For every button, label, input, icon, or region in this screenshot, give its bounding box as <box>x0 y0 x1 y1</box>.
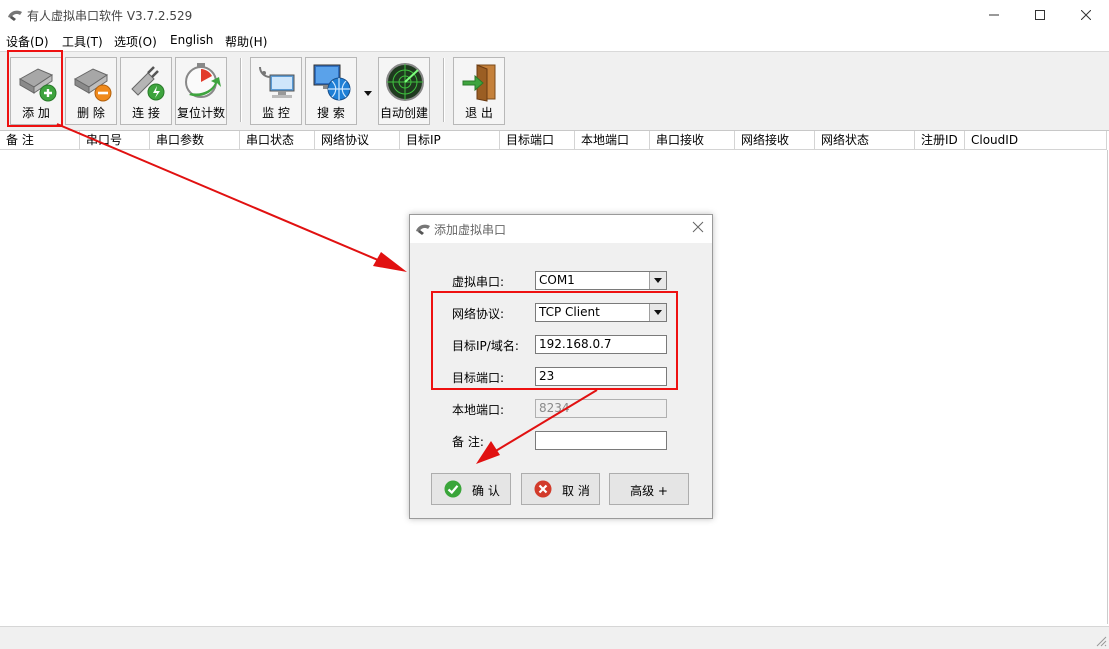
add-virtual-port-dialog: 添加虚拟串口 虚拟串口: COM1 网络协议: TCP Client 目标IP/… <box>409 214 713 519</box>
toolbar-separator <box>240 58 242 122</box>
delete-button[interactable]: 删 除 <box>65 57 117 125</box>
remark-input[interactable] <box>535 431 667 450</box>
virtual-port-label: 虚拟串口: <box>452 275 505 289</box>
minimize-icon <box>989 14 999 16</box>
protocol-select[interactable]: TCP Client <box>535 303 667 322</box>
column-header-target-ip[interactable]: 目标IP <box>400 131 500 149</box>
auto-create-button[interactable]: 自动创建 <box>378 57 430 125</box>
connect-plug-icon <box>131 66 165 101</box>
column-header-cloud-id[interactable]: CloudID <box>965 131 1107 149</box>
reset-counter-button-label: 复位计数 <box>176 106 225 120</box>
add-button[interactable]: 添 加 <box>10 57 62 125</box>
local-port-input: 8234 <box>535 399 667 418</box>
add-port-icon <box>18 68 57 102</box>
toolbar-separator <box>443 58 445 122</box>
cancel-button[interactable]: 取 消 <box>521 473 600 505</box>
menu-english[interactable]: English <box>170 33 213 47</box>
monitor-button-label: 监 控 <box>262 106 290 120</box>
protocol-label: 网络协议: <box>452 307 505 321</box>
column-header-net-status[interactable]: 网络状态 <box>815 131 915 149</box>
add-button-label: 添 加 <box>22 106 50 120</box>
close-icon <box>1081 10 1091 20</box>
radar-icon <box>386 63 424 101</box>
check-icon <box>444 480 462 498</box>
column-header-target-port[interactable]: 目标端口 <box>500 131 575 149</box>
close-button[interactable] <box>1063 0 1109 30</box>
close-icon[interactable] <box>692 221 704 233</box>
virtual-port-dropdown[interactable] <box>649 272 666 289</box>
chevron-down-icon <box>654 310 662 315</box>
column-header-reg-id[interactable]: 注册ID <box>915 131 965 149</box>
connect-button-label: 连 接 <box>132 106 160 120</box>
app-logo-icon <box>416 224 430 235</box>
menu-bar: 设备(D) 工具(T) 选项(O) English 帮助(H) <box>0 30 1109 50</box>
menu-options[interactable]: 选项(O) <box>114 33 157 50</box>
target-ip-label: 目标IP/域名: <box>452 339 519 353</box>
menu-tools[interactable]: 工具(T) <box>62 33 103 50</box>
menu-help[interactable]: 帮助(H) <box>225 33 267 50</box>
protocol-dropdown[interactable] <box>649 304 666 321</box>
target-ip-input[interactable]: 192.168.0.7 <box>535 335 667 354</box>
column-header-protocol[interactable]: 网络协议 <box>315 131 400 149</box>
toolbar: 添 加 删 除 连 接 复位计数 监 控 搜 索 自动创建 退 出 <box>0 51 1109 131</box>
dialog-title-bar: 添加虚拟串口 <box>410 215 712 243</box>
column-header-local-port[interactable]: 本地端口 <box>575 131 650 149</box>
column-header-port-rx[interactable]: 串口接收 <box>650 131 735 149</box>
cancel-x-icon <box>534 480 552 498</box>
cancel-button-label: 取 消 <box>562 484 590 498</box>
resize-grip-icon[interactable] <box>1095 635 1107 647</box>
delete-port-icon <box>73 68 112 102</box>
reset-counter-button[interactable]: 复位计数 <box>175 57 227 125</box>
chevron-down-icon <box>654 278 662 283</box>
target-port-input[interactable]: 23 <box>535 367 667 386</box>
title-bar: 有人虚拟串口软件 V3.7.2.529 <box>0 0 1109 30</box>
menu-device[interactable]: 设备(D) <box>6 33 49 50</box>
search-network-icon <box>313 64 351 101</box>
maximize-icon <box>1035 10 1045 20</box>
exit-button-label: 退 出 <box>465 106 493 120</box>
column-header-net-rx[interactable]: 网络接收 <box>735 131 815 149</box>
reset-timer-icon <box>185 63 221 98</box>
protocol-value: TCP Client <box>539 305 600 319</box>
chevron-down-icon <box>364 91 372 96</box>
exit-door-icon <box>462 64 496 102</box>
remark-label: 备 注: <box>452 435 484 449</box>
column-header-port[interactable]: 串口号 <box>80 131 150 149</box>
status-bar <box>0 626 1109 649</box>
auto-create-button-label: 自动创建 <box>379 106 428 120</box>
column-header-params[interactable]: 串口参数 <box>150 131 240 149</box>
delete-button-label: 删 除 <box>77 106 105 120</box>
search-button-label: 搜 索 <box>317 106 345 120</box>
ok-button-label: 确 认 <box>472 484 500 498</box>
window-title: 有人虚拟串口软件 V3.7.2.529 <box>27 9 193 23</box>
column-header-port-status[interactable]: 串口状态 <box>240 131 315 149</box>
monitor-button[interactable]: 监 控 <box>250 57 302 125</box>
virtual-port-value: COM1 <box>539 273 575 287</box>
advanced-button-label: 高级 + <box>630 484 668 498</box>
virtual-port-select[interactable]: COM1 <box>535 271 667 290</box>
dialog-title: 添加虚拟串口 <box>434 223 507 237</box>
port-table-header: 备 注 串口号 串口参数 串口状态 网络协议 目标IP 目标端口 本地端口 串口… <box>0 131 1107 150</box>
search-button[interactable]: 搜 索 <box>305 57 357 125</box>
ok-button[interactable]: 确 认 <box>431 473 511 505</box>
exit-button[interactable]: 退 出 <box>453 57 505 125</box>
local-port-label: 本地端口: <box>452 403 505 417</box>
connect-button[interactable]: 连 接 <box>120 57 172 125</box>
search-dropdown[interactable] <box>360 57 376 125</box>
column-header-remark[interactable]: 备 注 <box>0 131 80 149</box>
maximize-button[interactable] <box>1017 0 1063 30</box>
minimize-button[interactable] <box>971 0 1017 30</box>
advanced-button[interactable]: 高级 + <box>609 473 689 505</box>
target-port-label: 目标端口: <box>452 371 505 385</box>
monitor-satellite-icon <box>259 66 295 98</box>
app-logo-icon <box>8 10 22 21</box>
